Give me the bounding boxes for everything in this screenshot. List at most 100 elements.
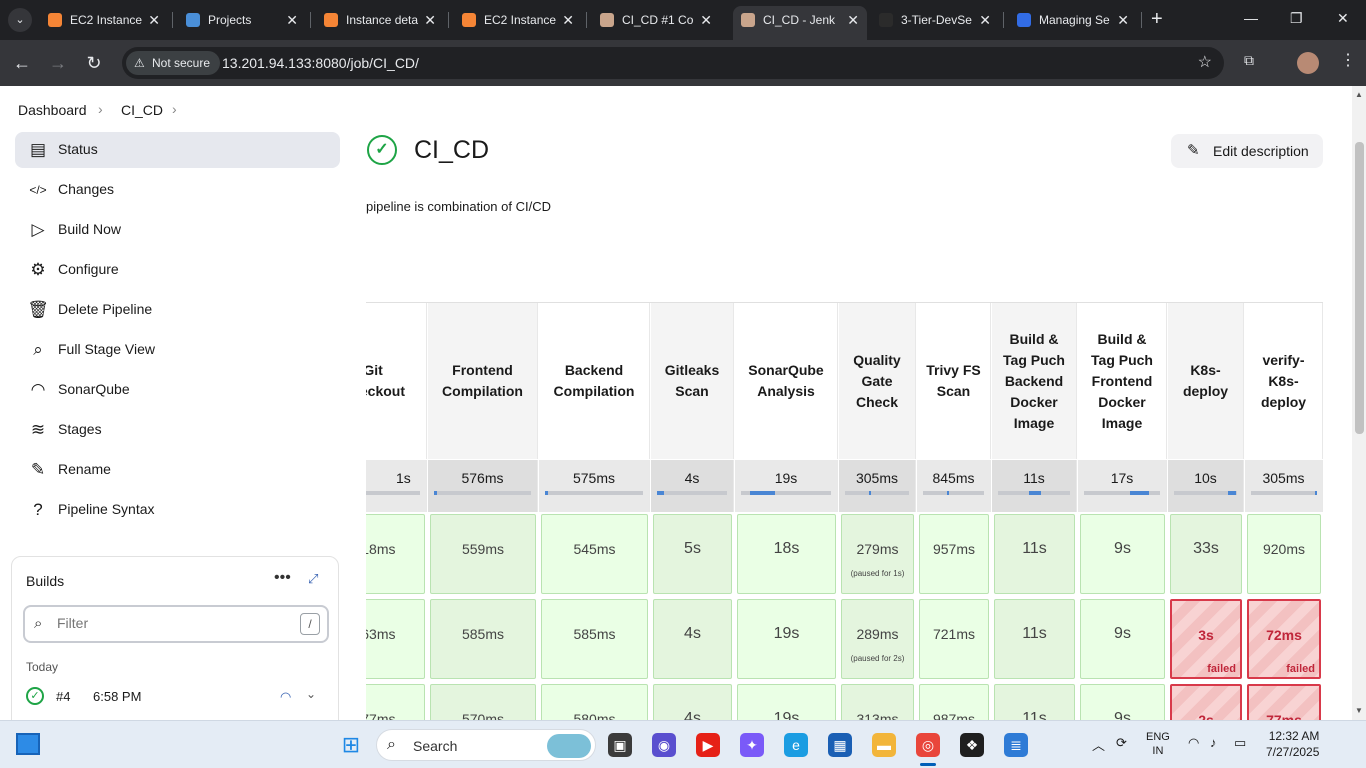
stage-cell-success[interactable]: 957ms bbox=[919, 514, 989, 594]
chevron-down-icon[interactable]: ⌄ bbox=[306, 687, 316, 701]
stage-cell-success[interactable]: 9s bbox=[1080, 514, 1165, 594]
store-icon[interactable]: ▦ bbox=[828, 733, 852, 757]
notepad-icon[interactable]: ≣ bbox=[1004, 733, 1028, 757]
builds-filter-input[interactable] bbox=[57, 615, 287, 631]
widgets-icon[interactable] bbox=[16, 733, 40, 755]
edit-description-button[interactable]: ✎ Edit description bbox=[1171, 134, 1323, 168]
stage-cell-failed[interactable]: 2sfailed bbox=[1170, 684, 1242, 720]
sidebar-item-full-stage-view[interactable]: ⌕ Full Stage View bbox=[15, 332, 340, 368]
sidebar-item-sonarqube[interactable]: ◠ SonarQube bbox=[15, 372, 340, 408]
stage-cell-success[interactable]: 585ms bbox=[430, 599, 536, 679]
close-tab-icon[interactable]: ✕ bbox=[979, 6, 991, 34]
browser-tab[interactable]: CI_CD - Jenk ✕ bbox=[733, 6, 867, 40]
stage-cell-success[interactable]: 4s bbox=[653, 684, 732, 720]
chrome-icon[interactable]: ◎ bbox=[916, 733, 940, 757]
build-number[interactable]: #4 bbox=[56, 689, 70, 704]
reload-button[interactable]: ↻ bbox=[82, 51, 106, 75]
stage-cell-success[interactable]: 570ms bbox=[430, 684, 536, 720]
address-bar[interactable]: ⚠ Not secure 13.201.94.133:8080/job/CI_C… bbox=[122, 47, 1224, 79]
close-tab-icon[interactable]: ✕ bbox=[148, 6, 160, 34]
system-clock[interactable]: 12:32 AM 7/27/2025 bbox=[1266, 728, 1319, 760]
stage-cell-success[interactable]: 818ms bbox=[366, 514, 425, 594]
maximize-button[interactable]: ❐ bbox=[1290, 10, 1303, 27]
url-text[interactable]: 13.201.94.133:8080/job/CI_CD/ bbox=[222, 47, 419, 79]
browser-tab[interactable]: Managing Se ✕ bbox=[1009, 6, 1137, 36]
build-row[interactable]: ✓ #4 6:58 PM ◠ ⌄ bbox=[26, 687, 326, 709]
scroll-down-arrow-icon[interactable]: ▼ bbox=[1355, 706, 1363, 715]
minimize-button[interactable]: — bbox=[1244, 10, 1258, 26]
stage-cell-success[interactable]: 279ms (paused for 1s) bbox=[841, 514, 914, 594]
stage-cell-success[interactable]: 313ms bbox=[841, 684, 914, 720]
new-tab-button[interactable]: + bbox=[1151, 8, 1171, 32]
browser-menu-icon[interactable]: ⋮ bbox=[1340, 50, 1356, 70]
sidebar-item-stages[interactable]: ≋ Stages bbox=[15, 412, 340, 448]
sidebar-item-build-now[interactable]: ▷ Build Now bbox=[15, 212, 340, 248]
browser-tab[interactable]: Projects ✕ bbox=[178, 6, 306, 36]
stage-cell-success[interactable]: 5s bbox=[653, 514, 732, 594]
wifi-icon[interactable]: ◠ bbox=[1188, 735, 1199, 751]
close-tab-icon[interactable]: ✕ bbox=[1117, 6, 1129, 34]
stage-cell-success[interactable]: 11s bbox=[994, 514, 1075, 594]
sidebar-item-pipeline-syntax[interactable]: ? Pipeline Syntax bbox=[15, 492, 340, 528]
meet-icon[interactable]: ◉ bbox=[652, 733, 676, 757]
close-tab-icon[interactable]: ✕ bbox=[847, 6, 859, 34]
sidebar-item-status[interactable]: ▤ Status bbox=[15, 132, 340, 168]
page-scrollbar[interactable]: ▲ ▼ bbox=[1352, 86, 1366, 720]
start-menu-icon[interactable]: ⊞ bbox=[339, 733, 363, 757]
sonarqube-icon[interactable]: ◠ bbox=[280, 689, 291, 705]
copilot-icon[interactable]: ✦ bbox=[740, 733, 764, 757]
stage-cell-success[interactable]: 877ms bbox=[366, 684, 425, 720]
stage-cell-success[interactable]: 863ms bbox=[366, 599, 425, 679]
breadcrumb-job[interactable]: CI_CD bbox=[121, 102, 163, 118]
expand-icon[interactable]: ⤢ bbox=[308, 571, 318, 587]
terminal-app-icon[interactable]: ❖ bbox=[960, 733, 984, 757]
stage-cell-success[interactable]: 585ms bbox=[541, 599, 648, 679]
stage-cell-success[interactable]: 559ms bbox=[430, 514, 536, 594]
sidebar-item-changes[interactable]: </> Changes bbox=[15, 172, 340, 208]
sidebar-item-rename[interactable]: ✎ Rename bbox=[15, 452, 340, 488]
stage-cell-failed[interactable]: 77msfailed bbox=[1247, 684, 1321, 720]
edge-icon[interactable]: e bbox=[784, 733, 808, 757]
show-hidden-icons-icon[interactable]: ︿ bbox=[1092, 735, 1105, 754]
browser-tab[interactable]: EC2 Instance ✕ bbox=[454, 6, 582, 36]
more-options-icon[interactable]: ••• bbox=[274, 569, 291, 587]
back-button[interactable]: ← bbox=[10, 51, 34, 75]
stage-cell-success[interactable]: 9s bbox=[1080, 599, 1165, 679]
network-alert-icon[interactable]: ⟳ bbox=[1116, 735, 1127, 751]
close-tab-icon[interactable]: ✕ bbox=[286, 6, 298, 34]
scroll-up-arrow-icon[interactable]: ▲ bbox=[1355, 90, 1363, 99]
stage-cell-success[interactable]: 18s bbox=[737, 514, 836, 594]
close-tab-icon[interactable]: ✕ bbox=[424, 6, 436, 34]
stage-cell-success[interactable]: 545ms bbox=[541, 514, 648, 594]
browser-tab[interactable]: CI_CD #1 Co ✕ bbox=[592, 6, 720, 36]
builds-filter[interactable]: ⌕ / bbox=[23, 605, 329, 643]
stage-cell-success[interactable]: 11s bbox=[994, 684, 1075, 720]
tab-search-button[interactable]: ⌄ bbox=[8, 8, 32, 32]
chevron-right-icon[interactable]: › bbox=[172, 101, 177, 117]
stage-cell-failed[interactable]: 3s failed bbox=[1170, 599, 1242, 679]
sidebar-item-configure[interactable]: ⚙ Configure bbox=[15, 252, 340, 288]
close-tab-icon[interactable]: ✕ bbox=[562, 6, 574, 34]
stage-cell-success[interactable]: 987ms bbox=[919, 684, 989, 720]
stage-cell-success[interactable]: 4s bbox=[653, 599, 732, 679]
language-indicator[interactable]: ENG IN bbox=[1146, 730, 1170, 758]
stage-cell-success[interactable]: 19s bbox=[737, 599, 836, 679]
close-tab-icon[interactable]: ✕ bbox=[700, 6, 712, 34]
site-info-chip[interactable]: ⚠ Not secure bbox=[126, 51, 221, 75]
browser-tab[interactable]: EC2 Instance ✕ bbox=[40, 6, 168, 36]
stage-cell-success[interactable]: 289ms (paused for 2s) bbox=[841, 599, 914, 679]
taskbar-search[interactable]: ⌕ Search bbox=[376, 729, 596, 761]
stage-cell-success[interactable]: 9s bbox=[1080, 684, 1165, 720]
sidebar-item-delete-pipeline[interactable]: 🗑 Delete Pipeline bbox=[15, 292, 340, 328]
stage-cell-success[interactable]: 11s bbox=[994, 599, 1075, 679]
youtube-icon[interactable]: ▶ bbox=[696, 733, 720, 757]
scrollbar-thumb[interactable] bbox=[1355, 142, 1364, 434]
profile-avatar[interactable] bbox=[1297, 52, 1319, 74]
close-window-button[interactable]: ✕ bbox=[1337, 10, 1349, 27]
volume-icon[interactable]: ♪ bbox=[1210, 735, 1217, 750]
stage-cell-failed[interactable]: 72ms failed bbox=[1247, 599, 1321, 679]
stage-cell-success[interactable]: 33s bbox=[1170, 514, 1242, 594]
breadcrumb-dashboard[interactable]: Dashboard bbox=[18, 102, 87, 118]
stage-cell-success[interactable]: 920ms bbox=[1247, 514, 1321, 594]
battery-icon[interactable]: ▭ bbox=[1234, 735, 1246, 751]
